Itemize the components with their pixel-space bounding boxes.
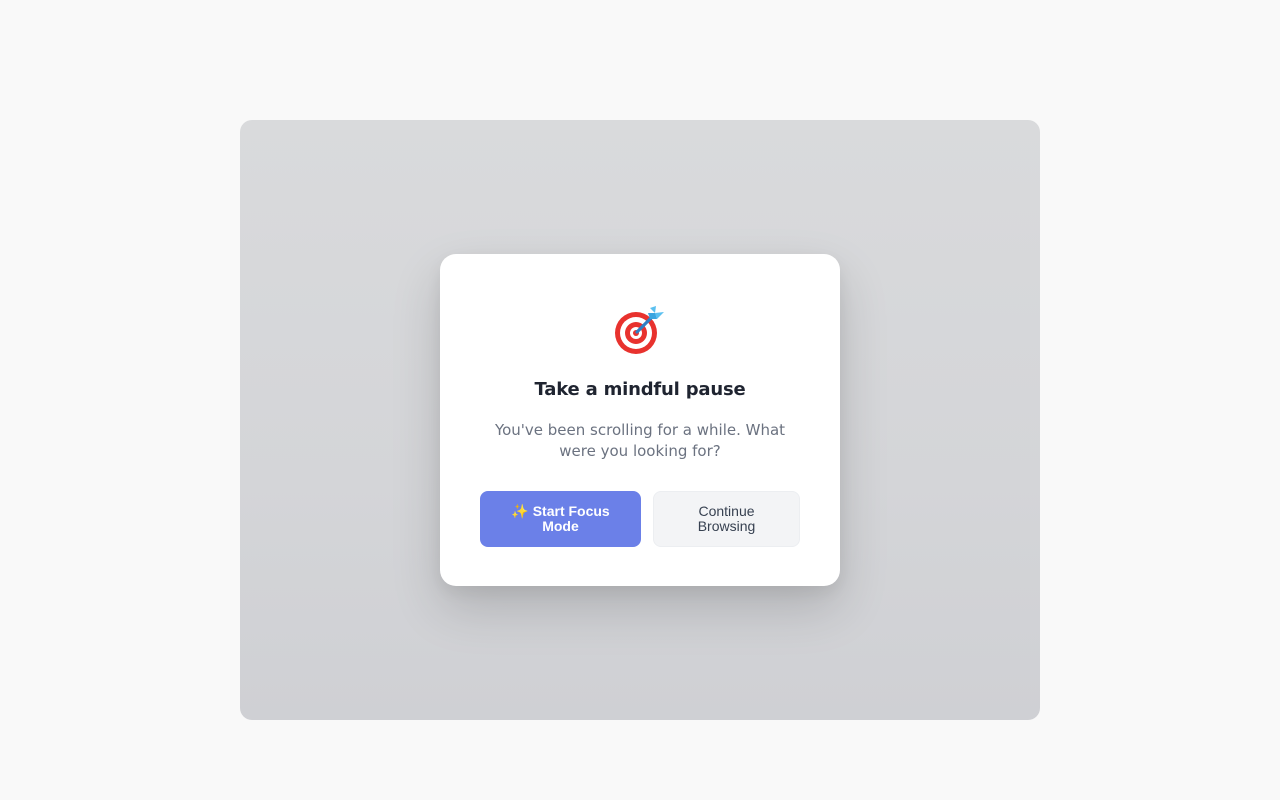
start-focus-mode-label: Start Focus Mode — [532, 503, 610, 534]
modal-backdrop: Take a mindful pause You've been scrolli… — [240, 120, 1040, 720]
continue-browsing-label: Continue Browsing — [697, 503, 756, 534]
target-dart-icon — [614, 304, 666, 356]
mindful-pause-dialog: Take a mindful pause You've been scrolli… — [440, 254, 840, 586]
continue-browsing-button[interactable]: Continue Browsing — [653, 491, 800, 547]
sparkles-icon: ✨ — [511, 503, 529, 519]
start-focus-mode-button[interactable]: ✨ Start Focus Mode — [480, 491, 641, 547]
dialog-message: You've been scrolling for a while. What … — [494, 421, 786, 460]
dialog-title: Take a mindful pause — [534, 379, 746, 400]
